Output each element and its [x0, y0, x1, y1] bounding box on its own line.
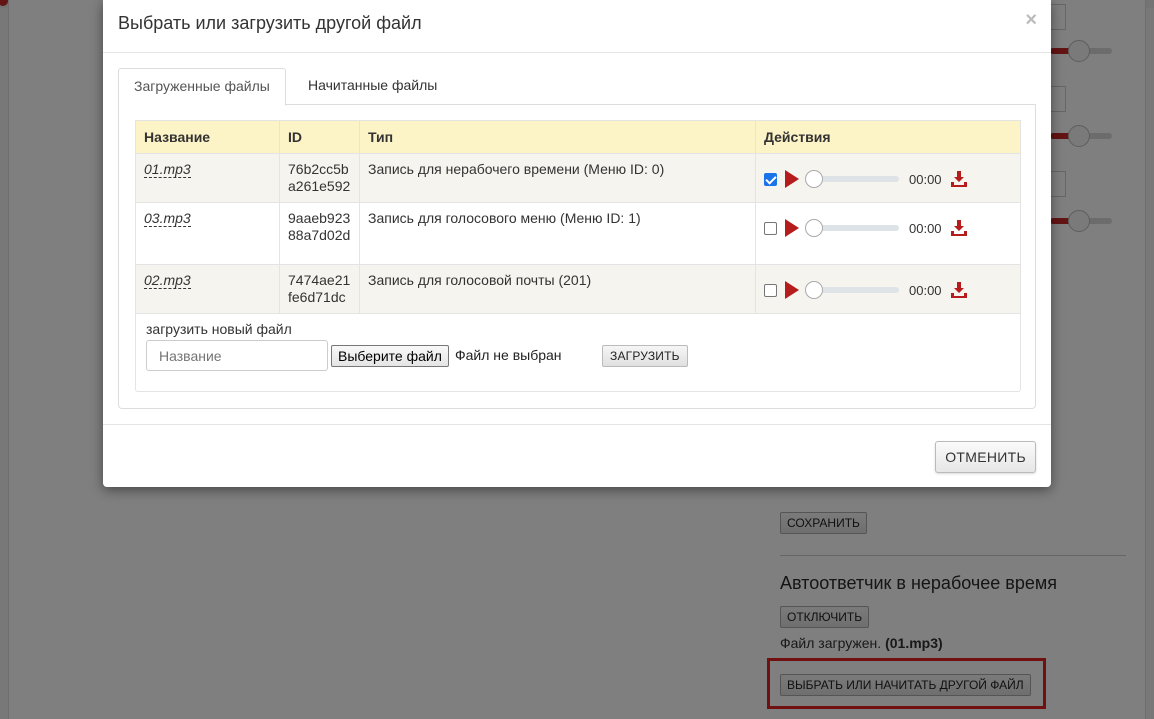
download-icon[interactable]	[950, 219, 968, 237]
upload-button[interactable]: ЗАГРУЗИТЬ	[602, 345, 688, 367]
choose-file-button[interactable]: Выберите файл	[331, 345, 449, 367]
close-icon[interactable]: ×	[1025, 9, 1037, 32]
select-checkbox[interactable]	[764, 172, 777, 186]
file-name-link[interactable]: 02.mp3	[144, 272, 191, 289]
actions-cell: 00:00	[755, 202, 1021, 265]
slider-knob[interactable]	[805, 219, 823, 237]
tab-recorded-files[interactable]: Начитанные файлы	[293, 68, 452, 105]
modal-title: Выбрать или загрузить другой файл	[118, 13, 422, 33]
file-name-cell: 02.mp3	[135, 264, 280, 314]
actions-cell: 00:00	[755, 264, 1021, 314]
audio-progress-slider[interactable]	[805, 170, 899, 188]
download-icon[interactable]	[950, 281, 968, 299]
table-row: 03.mp3 9aaeb92388a7d02d Запись для голос…	[135, 202, 1021, 265]
audio-progress-slider[interactable]	[805, 219, 899, 237]
play-icon[interactable]	[785, 281, 799, 299]
file-name-input[interactable]	[146, 340, 328, 371]
file-id-cell: 76b2cc5ba261e592	[279, 153, 360, 203]
upload-label: загрузить новый файл	[146, 321, 292, 337]
select-checkbox[interactable]	[764, 283, 777, 297]
select-checkbox[interactable]	[764, 221, 777, 235]
file-name-cell: 03.mp3	[135, 202, 280, 265]
cancel-button[interactable]: ОТМЕНИТЬ	[935, 441, 1036, 473]
audio-time: 00:00	[909, 282, 942, 298]
column-header-type: Тип	[359, 120, 756, 154]
file-name-cell: 01.mp3	[135, 153, 280, 203]
play-icon[interactable]	[785, 219, 799, 237]
play-icon[interactable]	[785, 170, 799, 188]
slider-knob[interactable]	[805, 170, 823, 188]
audio-progress-slider[interactable]	[805, 281, 899, 299]
audio-time: 00:00	[909, 171, 942, 187]
table-row: 01.mp3 76b2cc5ba261e592 Запись для нераб…	[135, 153, 1021, 203]
table-row: 02.mp3 7474ae21fe6d71dc Запись для голос…	[135, 264, 1021, 314]
tab-panel: Название ID Тип Действия 01.mp3 76b2cc5b…	[118, 104, 1036, 409]
files-table: Название ID Тип Действия 01.mp3 76b2cc5b…	[135, 120, 1021, 314]
no-file-text: Файл не выбран	[455, 347, 562, 363]
file-name-link[interactable]: 03.mp3	[144, 210, 191, 227]
file-select-modal: Выбрать или загрузить другой файл × Загр…	[103, 0, 1051, 487]
file-type-cell: Запись для голосовой почты (201)	[359, 264, 756, 314]
table-header-row: Название ID Тип Действия	[135, 120, 1021, 154]
file-id-cell: 7474ae21fe6d71dc	[279, 264, 360, 314]
modal-header: Выбрать или загрузить другой файл ×	[103, 0, 1051, 53]
tab-uploaded-files[interactable]: Загруженные файлы	[118, 68, 286, 106]
audio-time: 00:00	[909, 220, 942, 236]
actions-cell: 00:00	[755, 153, 1021, 203]
modal-footer: ОТМЕНИТЬ	[103, 424, 1051, 487]
download-icon[interactable]	[950, 170, 968, 188]
slider-knob[interactable]	[805, 281, 823, 299]
tab-bar: Загруженные файлы Начитанные файлы	[118, 68, 1036, 106]
file-type-cell: Запись для нерабочего времени (Меню ID: …	[359, 153, 756, 203]
column-header-actions: Действия	[755, 120, 1021, 154]
column-header-id: ID	[279, 120, 360, 154]
upload-form: загрузить новый файл Выберите файл Файл …	[135, 309, 1021, 392]
file-type-cell: Запись для голосового меню (Меню ID: 1)	[359, 202, 756, 265]
file-id-cell: 9aaeb92388a7d02d	[279, 202, 360, 265]
column-header-name: Название	[135, 120, 280, 154]
file-name-link[interactable]: 01.mp3	[144, 161, 191, 178]
